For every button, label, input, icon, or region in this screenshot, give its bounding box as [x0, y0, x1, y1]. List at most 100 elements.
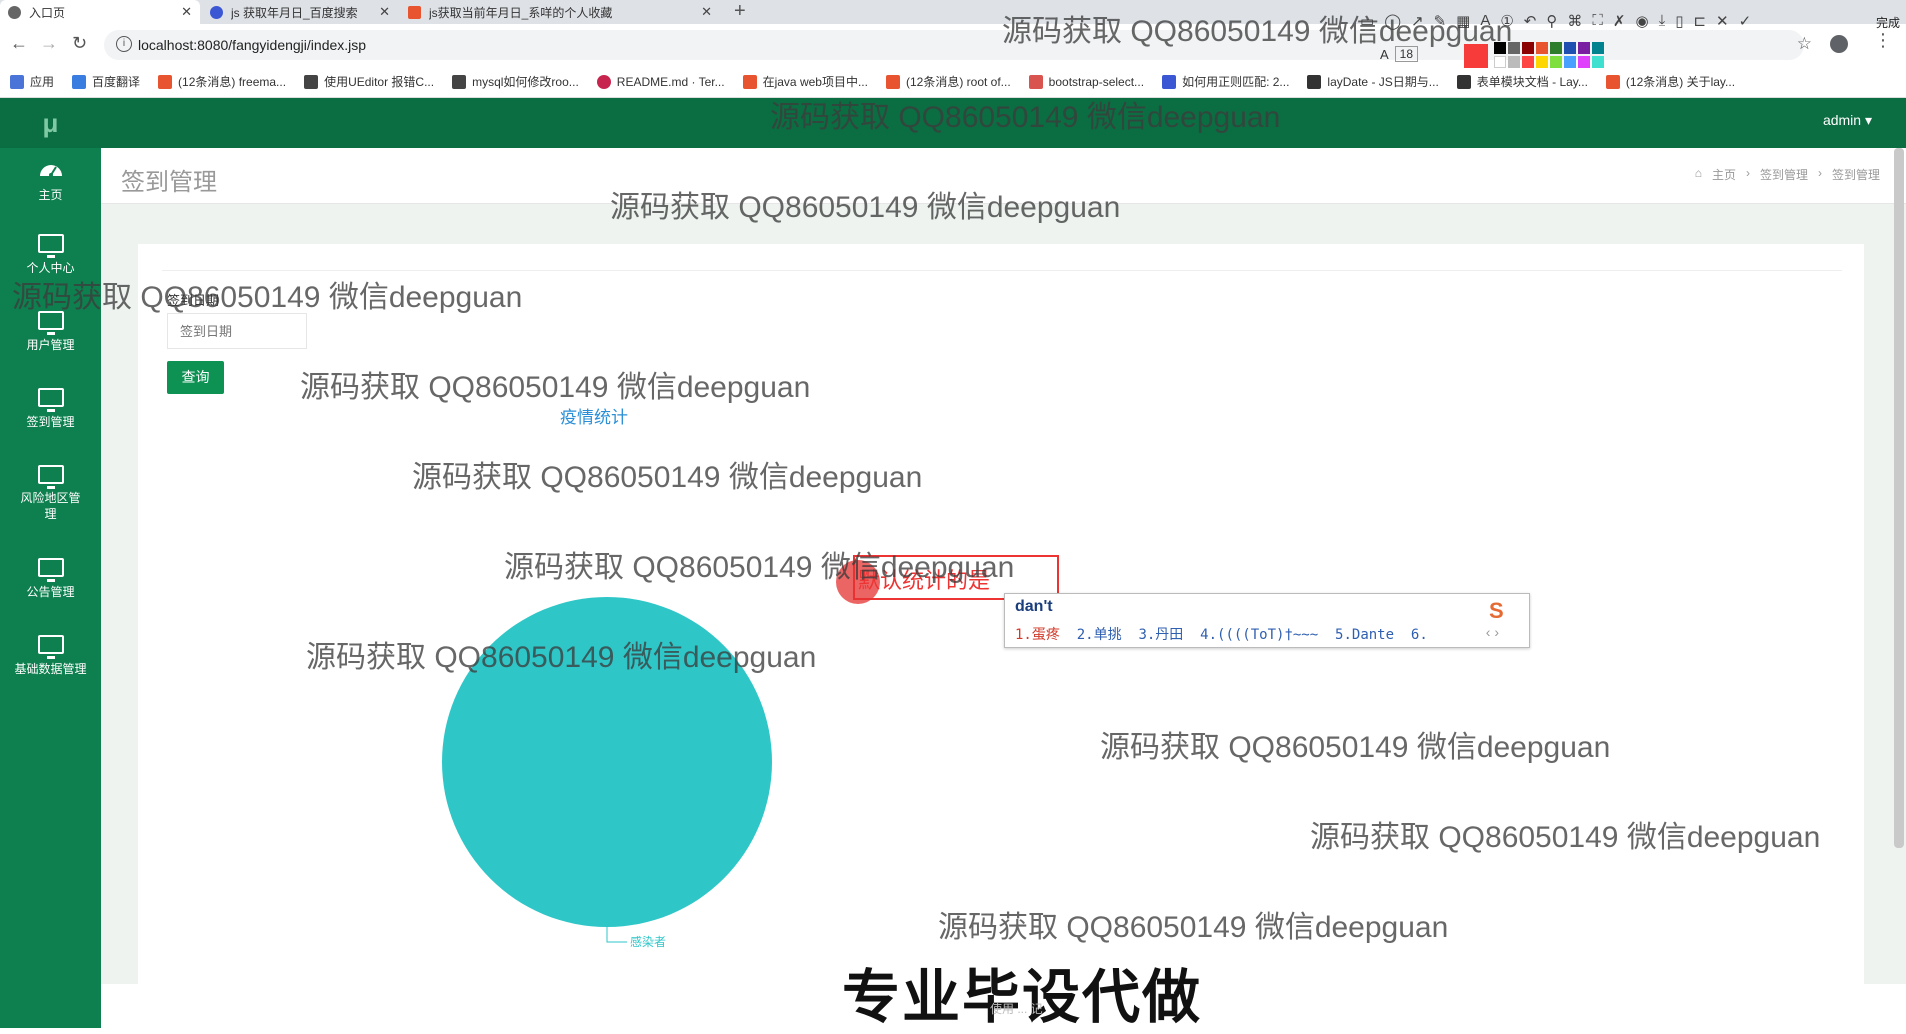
current-color-swatch[interactable] — [1464, 44, 1488, 68]
color-swatch[interactable] — [1522, 42, 1534, 54]
sidebar-item-label: 个人中心 — [26, 261, 75, 275]
cancel-icon[interactable]: ✕ — [1716, 12, 1729, 30]
ime-candidate[interactable]: 2.单挑 — [1077, 627, 1122, 643]
bookmark-item[interactable]: (12条消息) 关于lay... — [1605, 73, 1736, 90]
color-swatch[interactable] — [1592, 42, 1604, 54]
breadcrumb-item[interactable]: 签到管理 — [1760, 166, 1808, 183]
csdn-icon — [1605, 74, 1620, 89]
color-swatch[interactable] — [1508, 42, 1520, 54]
forward-icon[interactable]: → — [40, 33, 58, 54]
bookmark-item[interactable]: (12条消息) root of... — [885, 73, 1011, 90]
color-swatch[interactable] — [1564, 42, 1576, 54]
url-text: localhost:8080/fangyidengji/index.jsp — [138, 37, 367, 53]
monitor-icon — [37, 311, 64, 335]
font-size-control[interactable]: A 18 — [1380, 46, 1419, 62]
record-icon[interactable]: ◉ — [1635, 12, 1648, 30]
new-tab-icon[interactable]: + — [734, 0, 746, 24]
color-swatch[interactable] — [1578, 56, 1590, 68]
bookmark-label: mysql如何修改roo... — [472, 75, 579, 89]
color-swatch[interactable] — [1550, 42, 1562, 54]
mosaic-tool-icon[interactable]: ▦ — [1456, 12, 1470, 30]
download-icon[interactable]: ⤓ — [1659, 12, 1666, 30]
eraser-icon[interactable]: ✗ — [1613, 12, 1626, 30]
sidebar-item-label: 风险地区管理 — [20, 491, 81, 521]
color-swatch[interactable] — [1494, 42, 1506, 54]
close-icon[interactable]: ✕ — [181, 4, 192, 20]
bookmark-label: 百度翻译 — [92, 75, 141, 89]
close-icon[interactable]: ✕ — [379, 4, 390, 20]
arrow-tool-icon[interactable]: ↗ — [1411, 12, 1424, 30]
bookmark-item[interactable]: (12条消息) freema... — [158, 73, 286, 90]
scrollbar[interactable] — [1894, 148, 1904, 848]
font-size-icon: A — [1380, 46, 1389, 62]
pen-tool-icon[interactable]: ✎ — [1434, 12, 1447, 30]
sidebar-item-profile[interactable]: 个人中心 — [0, 234, 101, 276]
ime-candidate[interactable]: 3.丹田 — [1138, 627, 1183, 643]
color-swatch[interactable] — [1494, 56, 1506, 68]
bookmark-item[interactable]: 应用 — [10, 73, 54, 90]
bookmark-item[interactable]: 百度翻译 — [72, 73, 140, 90]
translate-icon[interactable]: ⌘ — [1567, 12, 1582, 30]
pie-slice[interactable] — [442, 597, 772, 927]
layui-icon — [1456, 74, 1471, 89]
chart-title: 疫情统计 — [560, 408, 628, 427]
rectangle-tool-icon[interactable]: ▭ — [1360, 12, 1374, 30]
color-swatch[interactable] — [1536, 56, 1548, 68]
color-swatch[interactable] — [1536, 42, 1548, 54]
color-swatch[interactable] — [1592, 56, 1604, 68]
number-tool-icon[interactable]: ① — [1500, 12, 1513, 30]
color-swatch[interactable] — [1550, 56, 1562, 68]
browser-tab-3[interactable]: js获取当前年月日_系咩的个人收藏 ✕ — [400, 0, 720, 24]
annotation-tools: ▭ ◯ ↗ ✎ ▦ A ① ↶ ⚲ ⌘ ⛶ ✗ ◉ ⤓ ▯ ⊏ ✕ ✓ — [1360, 12, 1751, 30]
admin-user-menu[interactable]: admin ▾ — [1823, 112, 1872, 129]
color-swatch[interactable] — [1522, 56, 1534, 68]
sidebar-item-home[interactable]: 主页 — [0, 158, 101, 203]
bookmark-icon[interactable]: ⊏ — [1693, 12, 1706, 30]
ime-candidates: 1.蛋疼 2.单挑 3.丹田 4.((((ToT)†~~~ 5.Dante 6. — [1015, 624, 1428, 644]
browser-tab-2[interactable]: js 获取年月日_百度搜索 ✕ — [202, 0, 398, 24]
close-icon[interactable]: ✕ — [701, 4, 712, 20]
ime-candidate[interactable]: 5.Dante — [1335, 627, 1394, 643]
color-swatch[interactable] — [1564, 56, 1576, 68]
baidu-icon — [1162, 74, 1177, 89]
sidebar-item-users[interactable]: 用户管理 — [0, 311, 101, 353]
bookmark-item[interactable]: mysql如何修改roo... — [452, 73, 579, 90]
undo-icon[interactable]: ↶ — [1524, 12, 1537, 30]
sidebar-item-risk-area[interactable]: 风险地区管理 — [0, 465, 101, 522]
bookmark-item[interactable]: README.md · Ter... — [596, 74, 725, 89]
bookmark-item[interactable]: layDate - JS日期与... — [1307, 73, 1439, 90]
pin-icon[interactable]: ⚲ — [1546, 12, 1557, 30]
bookmark-item[interactable]: 使用UEditor 报错C... — [304, 73, 434, 90]
phone-icon[interactable]: ▯ — [1675, 12, 1683, 30]
sidebar-item-notices[interactable]: 公告管理 — [0, 558, 101, 600]
info-icon[interactable]: i — [116, 36, 132, 52]
font-size-select[interactable]: 18 — [1394, 46, 1419, 62]
bookmark-item[interactable]: 在java web项目中... — [742, 73, 868, 90]
text-tool-icon[interactable]: A — [1480, 12, 1490, 30]
done-button[interactable]: 完成 — [1876, 14, 1900, 31]
ime-candidate[interactable]: 4.((((ToT)†~~~ — [1200, 627, 1318, 643]
signin-date-input[interactable] — [167, 313, 307, 349]
layui-icon — [1307, 74, 1322, 89]
ocr-icon[interactable]: ⛶ — [1592, 12, 1603, 30]
confirm-icon[interactable]: ✓ — [1739, 12, 1752, 30]
sidebar-item-signin[interactable]: 签到管理 — [0, 388, 101, 430]
top-navbar — [101, 98, 1906, 148]
monitor-icon — [37, 635, 64, 659]
back-icon[interactable]: ← — [10, 33, 28, 54]
ime-candidate[interactable]: 6. — [1411, 627, 1428, 643]
query-button[interactable]: 查询 — [167, 361, 224, 394]
browser-tab-1[interactable]: 入口页 ✕ — [0, 0, 200, 24]
sidebar-item-base-data[interactable]: 基础数据管理 — [0, 635, 101, 677]
reload-icon[interactable]: ↻ — [72, 33, 87, 54]
breadcrumb-home[interactable]: 主页 — [1712, 166, 1736, 183]
color-swatch[interactable] — [1578, 42, 1590, 54]
bookmark-item[interactable]: 表单模块文档 - Lay... — [1456, 73, 1588, 90]
bookmark-item[interactable]: 如何用正则匹配: 2... — [1162, 73, 1289, 90]
ime-candidate[interactable]: 1.蛋疼 — [1015, 627, 1060, 643]
ime-page-arrows-icon[interactable]: ‹ › — [1486, 624, 1499, 640]
bookmark-item[interactable]: bootstrap-select... — [1028, 74, 1144, 89]
color-swatch[interactable] — [1508, 56, 1520, 68]
ellipse-tool-icon[interactable]: ◯ — [1384, 12, 1401, 30]
bookmark-label: (12条消息) 关于lay... — [1625, 75, 1736, 89]
